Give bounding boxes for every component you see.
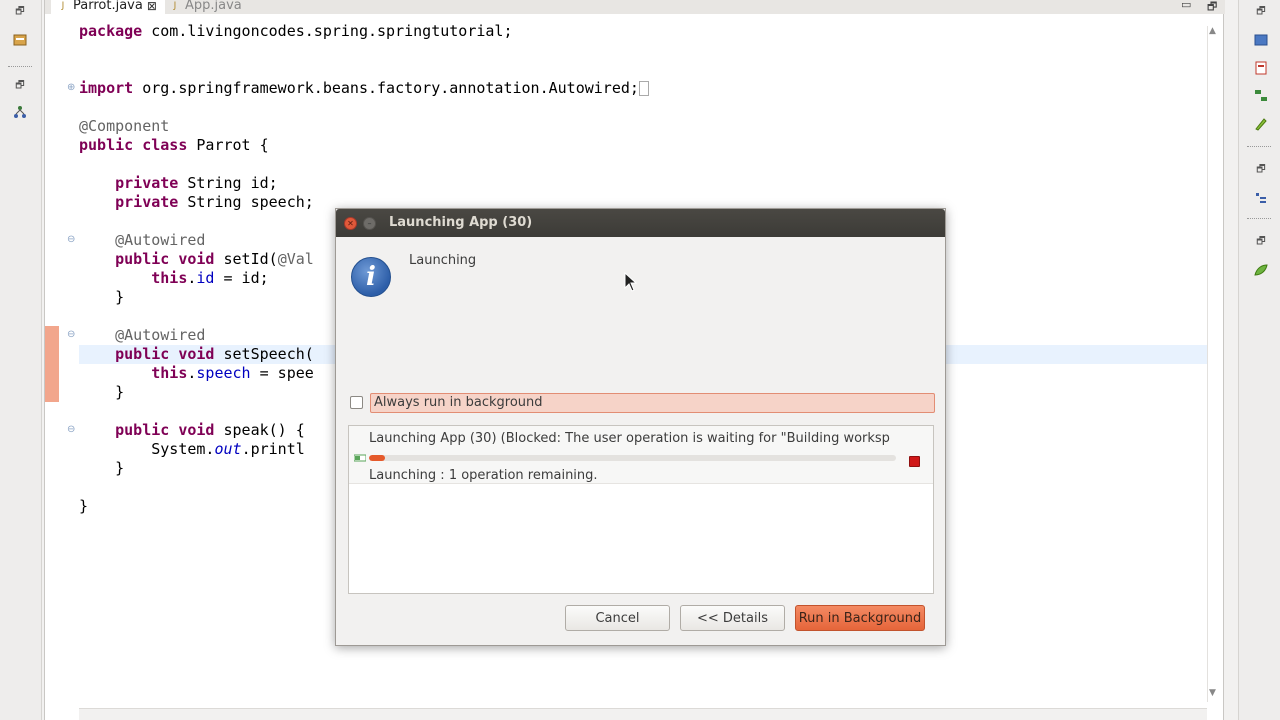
trim-separator — [1247, 218, 1271, 219]
java-file-icon: J — [61, 1, 65, 11]
always-run-background-checkbox[interactable] — [350, 396, 363, 409]
checkbox-label: Always run in background — [374, 395, 543, 410]
tab-app-java[interactable]: J App.java — [169, 0, 242, 14]
trim-separator — [1247, 146, 1271, 147]
minimize-icon[interactable]: ▭ — [1181, 0, 1191, 11]
change-marker — [45, 326, 59, 402]
details-button[interactable]: << Details — [680, 605, 785, 631]
info-icon: i — [351, 257, 391, 297]
java-file-icon: J — [173, 1, 177, 11]
progress-panel: Launching App (30) (Blocked: The user op… — [348, 425, 934, 594]
code-line: @Autowired — [115, 231, 206, 249]
code-line: System.out.printl — [151, 440, 305, 458]
progress-bar-fill — [369, 455, 385, 461]
fold-collapse-icon[interactable]: ⊖ — [67, 329, 75, 340]
code-line: this.id = id; — [151, 269, 269, 287]
code-line: } — [79, 497, 89, 515]
fold-expand-icon[interactable]: ⊕ — [67, 82, 75, 93]
code-line: public void setId(@Val — [115, 250, 314, 268]
code-line: @Autowired — [115, 326, 206, 344]
right-trim-bar: 🗗 🗗 🗗 — [1238, 0, 1280, 720]
close-tab-icon[interactable]: ⊠ — [147, 0, 157, 12]
left-trim-bar: 🗗 🗗 — [0, 0, 42, 720]
spring-explorer-icon[interactable] — [1253, 262, 1269, 278]
always-run-background-label-box[interactable]: Always run in background — [370, 393, 935, 413]
code-line: this.speech = spee — [151, 364, 314, 382]
restore-icon[interactable]: 🗗 — [12, 78, 28, 94]
type-hierarchy-icon[interactable] — [1253, 88, 1269, 104]
fold-collapse-icon[interactable]: ⊖ — [67, 424, 75, 435]
progress-job-icon — [354, 454, 366, 462]
operation-title: Launching App (30) (Blocked: The user op… — [369, 431, 890, 446]
progress-bar — [369, 455, 896, 461]
code-line: } — [115, 288, 125, 306]
code-line: public void setSpeech( — [115, 345, 314, 363]
code-line: public class Parrot { — [79, 136, 269, 154]
operation-status: Launching : 1 operation remaining. — [369, 468, 598, 483]
scroll-down-icon[interactable]: ▼ — [1209, 688, 1216, 698]
dialog-title: Launching App (30) — [389, 215, 533, 230]
restore-icon[interactable]: 🗗 — [12, 4, 28, 20]
vertical-scrollbar[interactable]: ▲ ▼ — [1207, 26, 1219, 702]
close-icon[interactable]: ✕ — [344, 217, 357, 230]
collapsed-imports-box — [638, 81, 649, 96]
eclipse-window: 🗗 🗗 J Parrot.java ⊠ J App.java ▭ 🗗 ⊕ ⊖ ⊖… — [0, 0, 1280, 720]
code-line: public void speak() { — [115, 421, 305, 439]
spring-tool-icon[interactable] — [1253, 116, 1269, 132]
restore-icon[interactable]: 🗗 — [1253, 4, 1269, 20]
stop-icon[interactable] — [909, 456, 920, 467]
package-explorer-icon[interactable] — [12, 32, 28, 48]
horizontal-scrollbar[interactable] — [79, 708, 1207, 720]
always-run-background-row[interactable]: Always run in background — [350, 393, 935, 413]
fold-collapse-icon[interactable]: ⊖ — [67, 234, 75, 245]
launching-dialog: ✕ – Launching App (30) i Launching Alway… — [335, 208, 946, 646]
restore-icon[interactable]: 🗗 — [1253, 234, 1269, 250]
code-line: } — [115, 459, 125, 477]
code-line: } — [115, 383, 125, 401]
restore-icon[interactable]: 🗗 — [1253, 162, 1269, 178]
outline-view-icon[interactable] — [1253, 32, 1269, 48]
code-line: package com.livingoncodes.spring.springt… — [79, 22, 513, 40]
mouse-cursor-icon — [624, 272, 638, 292]
code-line: import org.springframework.beans.factory… — [79, 79, 649, 98]
code-line: private String id; — [115, 174, 278, 192]
outline-icon[interactable] — [1253, 190, 1269, 206]
dialog-heading: Launching — [409, 253, 477, 268]
maximize-icon[interactable]: 🗗 — [1207, 0, 1217, 17]
editor-tab-bar: J Parrot.java ⊠ J App.java ▭ 🗗 — [45, 0, 1225, 14]
tab-label: Parrot.java — [73, 0, 143, 13]
scroll-up-icon[interactable]: ▲ — [1209, 26, 1216, 36]
run-in-background-button[interactable]: Run in Background — [795, 605, 925, 631]
tab-label: App.java — [185, 0, 242, 13]
hierarchy-icon[interactable] — [12, 104, 28, 120]
trim-separator — [8, 66, 32, 67]
minimize-icon[interactable]: – — [363, 217, 376, 230]
task-list-icon[interactable] — [1253, 60, 1269, 76]
progress-item: Launching App (30) (Blocked: The user op… — [349, 426, 933, 484]
code-line: @Component — [79, 117, 170, 135]
tab-parrot-java[interactable]: J Parrot.java ⊠ — [51, 0, 165, 14]
code-line: private String speech; — [115, 193, 314, 211]
cancel-button[interactable]: Cancel — [565, 605, 670, 631]
dialog-titlebar[interactable]: ✕ – Launching App (30) — [336, 209, 945, 237]
